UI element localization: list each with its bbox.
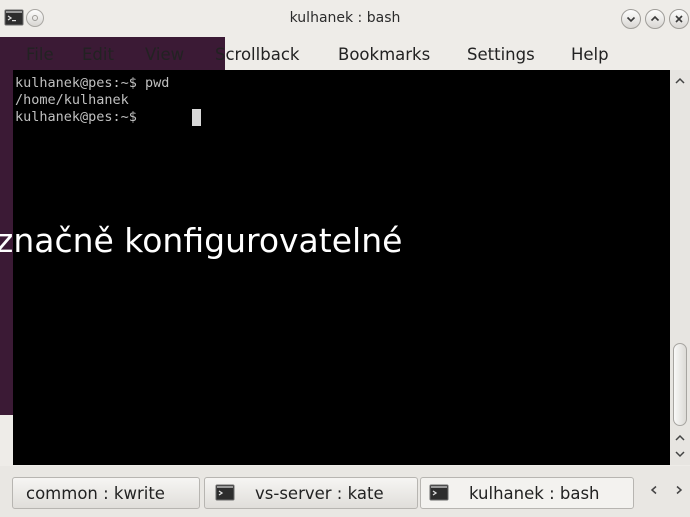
menu-view[interactable]: View <box>145 45 184 64</box>
close-button[interactable] <box>669 9 689 29</box>
terminal-line: /home/kulhanek <box>15 92 129 108</box>
terminal-output[interactable]: kulhanek@pes:~$ pwd /home/kulhanek kulha… <box>13 70 670 465</box>
terminal-icon <box>429 484 449 502</box>
menu-bar: File Edit View Scrollback Bookmarks Sett… <box>0 40 690 70</box>
menu-settings[interactable]: Settings <box>467 45 535 64</box>
tab-label: common : kwrite <box>26 484 165 503</box>
terminal-cursor <box>192 109 201 126</box>
tab-bar: common : kwrite vs-server : kate kulhane… <box>0 466 690 517</box>
close-icon <box>675 15 683 23</box>
chevron-right-icon[interactable] <box>673 484 685 496</box>
window-title: kulhanek : bash <box>289 10 401 26</box>
menu-edit[interactable]: Edit <box>82 45 114 64</box>
vertical-scrollbar[interactable] <box>670 70 690 465</box>
chevron-down-icon <box>626 16 636 23</box>
chevron-up-icon <box>650 15 660 22</box>
maximize-button[interactable] <box>645 9 665 29</box>
terminal-prompt-line: kulhanek@pes:~$ <box>15 109 146 125</box>
minimize-button[interactable] <box>621 9 641 29</box>
tab-vs-server-kate[interactable]: vs-server : kate <box>204 477 418 509</box>
tab-label: kulhanek : bash <box>469 484 600 503</box>
konsole-window: kulhanek : bash File Edit View Scrollbac… <box>0 0 690 517</box>
slide-caption: značně konfigurovatelné <box>0 221 403 260</box>
menu-file[interactable]: File <box>26 45 54 64</box>
menu-bookmarks[interactable]: Bookmarks <box>338 45 430 64</box>
scroll-up-icon[interactable] <box>673 431 687 445</box>
chevron-left-icon[interactable] <box>648 484 660 496</box>
tab-kulhanek-bash[interactable]: kulhanek : bash <box>420 477 634 509</box>
terminal-icon <box>215 484 235 502</box>
scrollbar-thumb[interactable] <box>673 343 687 426</box>
terminal-line: kulhanek@pes:~$ pwd <box>15 75 170 91</box>
title-bar[interactable]: kulhanek : bash <box>0 0 690 37</box>
tab-common-kwrite[interactable]: common : kwrite <box>12 477 200 509</box>
menu-scrollback[interactable]: Scrollback <box>215 45 299 64</box>
menu-help[interactable]: Help <box>571 45 609 64</box>
tab-label: vs-server : kate <box>255 484 384 503</box>
scroll-down-icon[interactable] <box>673 447 687 461</box>
scroll-up-icon[interactable] <box>673 74 687 88</box>
